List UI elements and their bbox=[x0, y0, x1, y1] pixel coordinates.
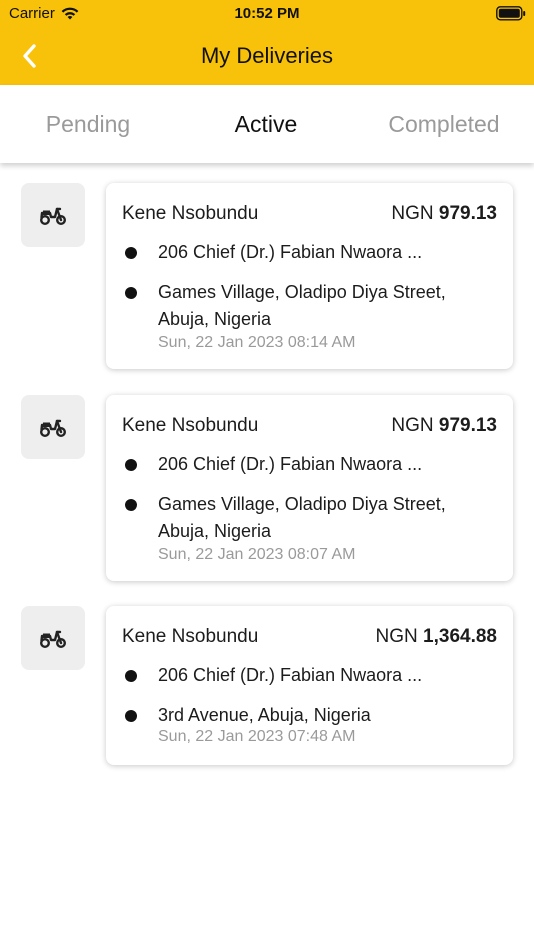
delivery-date: Sun, 22 Jan 2023 07:48 AM bbox=[158, 728, 356, 745]
scooter-icon bbox=[40, 207, 67, 225]
app-header: Carrier 10:52 PM My Deliveries bbox=[0, 0, 534, 85]
status-time: 10:52 PM bbox=[234, 5, 300, 22]
tab-completed[interactable]: Completed bbox=[369, 111, 519, 138]
delivery-type-button[interactable] bbox=[21, 606, 85, 670]
scooter-icon bbox=[40, 419, 67, 437]
delivery-price: NGN 1,364.88 bbox=[376, 626, 497, 648]
pickup-dot-icon bbox=[125, 670, 137, 682]
recipient-name: Kene Nsobundu bbox=[122, 203, 259, 224]
dropoff-dot-icon bbox=[125, 287, 137, 299]
price-amount: 979.13 bbox=[438, 415, 497, 436]
pickup-address: 206 Chief (Dr.) Fabian Nwaora ... bbox=[158, 242, 423, 262]
delivery-card[interactable]: Kene Nsobundu NGN 979.13 206 Chief (Dr.)… bbox=[106, 395, 513, 581]
delivery-price: NGN 979.13 bbox=[391, 203, 497, 225]
scooter-icon bbox=[40, 630, 67, 648]
price-currency: NGN bbox=[391, 203, 434, 224]
recipient-name: Kene Nsobundu bbox=[122, 415, 259, 436]
status-bar: Carrier 10:52 PM bbox=[0, 0, 534, 28]
delivery-date: Sun, 22 Jan 2023 08:07 AM bbox=[158, 546, 356, 563]
recipient-name: Kene Nsobundu bbox=[122, 626, 259, 647]
delivery-tabs: Pending Active Completed bbox=[0, 85, 534, 163]
price-currency: NGN bbox=[375, 626, 418, 647]
delivery-card[interactable]: Kene Nsobundu NGN 1,364.88 206 Chief (Dr… bbox=[106, 606, 513, 765]
dropoff-address: Games Village, Oladipo Diya Street, Abuj… bbox=[158, 282, 446, 329]
page-title: My Deliveries bbox=[200, 43, 334, 68]
delivery-date: Sun, 22 Jan 2023 08:14 AM bbox=[158, 334, 356, 351]
price-amount: 979.13 bbox=[438, 203, 497, 224]
dropoff-dot-icon bbox=[125, 499, 137, 511]
pickup-address: 206 Chief (Dr.) Fabian Nwaora ... bbox=[158, 454, 423, 474]
battery-icon bbox=[496, 6, 526, 21]
price-amount: 1,364.88 bbox=[423, 626, 497, 647]
pickup-dot-icon bbox=[125, 459, 137, 471]
tab-pending[interactable]: Pending bbox=[18, 111, 158, 138]
price-currency: NGN bbox=[391, 415, 434, 436]
pickup-dot-icon bbox=[125, 247, 137, 259]
delivery-type-button[interactable] bbox=[21, 183, 85, 247]
tab-active[interactable]: Active bbox=[196, 111, 336, 138]
dropoff-dot-icon bbox=[125, 710, 137, 722]
pickup-address: 206 Chief (Dr.) Fabian Nwaora ... bbox=[158, 665, 423, 685]
dropoff-address: Games Village, Oladipo Diya Street, Abuj… bbox=[158, 494, 446, 541]
delivery-type-button[interactable] bbox=[21, 395, 85, 459]
delivery-price: NGN 979.13 bbox=[391, 415, 497, 437]
delivery-card[interactable]: Kene Nsobundu NGN 979.13 206 Chief (Dr.)… bbox=[106, 183, 513, 369]
dropoff-address: 3rd Avenue, Abuja, Nigeria bbox=[158, 705, 371, 725]
